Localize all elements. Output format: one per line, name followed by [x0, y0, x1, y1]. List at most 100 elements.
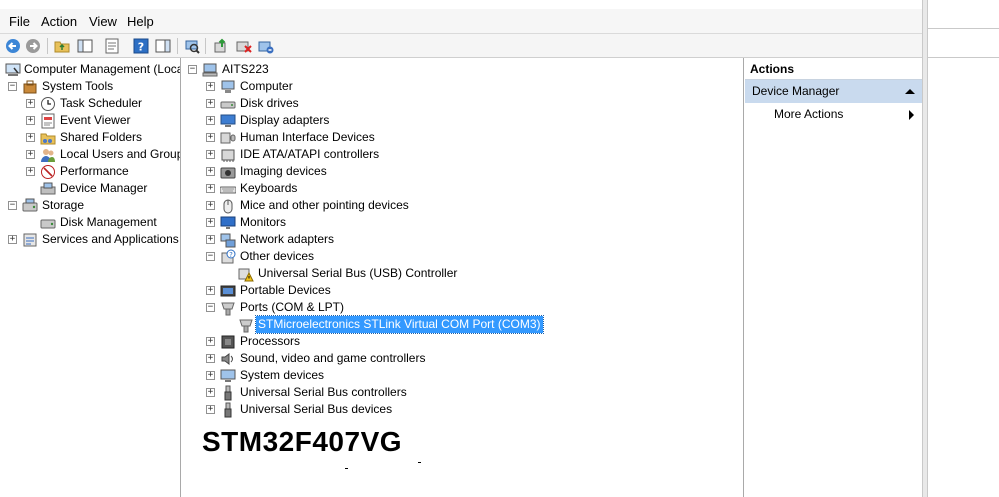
port-connector-icon	[220, 300, 236, 316]
tree-label: Human Interface Devices	[240, 130, 375, 144]
device-manager-icon	[40, 181, 56, 197]
expand-toggle[interactable]: +	[206, 218, 215, 227]
help-icon[interactable]: ?	[133, 38, 149, 54]
collapse-section-icon[interactable]	[905, 89, 915, 94]
expand-toggle[interactable]: +	[206, 235, 215, 244]
stray-mark	[345, 468, 348, 469]
uninstall-device-icon[interactable]	[258, 38, 274, 54]
expand-toggle[interactable]: +	[206, 116, 215, 125]
portable-device-icon	[220, 283, 236, 299]
actions-section-device-manager[interactable]: Device Manager	[745, 80, 922, 103]
usb-plug-icon	[220, 385, 236, 401]
collapse-toggle[interactable]: −	[206, 252, 215, 261]
tree-item-computer-management[interactable]: Computer Management (Local	[5, 61, 181, 78]
properties-icon[interactable]	[104, 38, 120, 54]
tree-label: AITS223	[222, 62, 269, 76]
forward-icon[interactable]	[25, 38, 41, 54]
keyboard-icon	[220, 181, 236, 197]
tree-label: Ports (COM & LPT)	[240, 300, 345, 314]
menu-action[interactable]: Action	[41, 14, 77, 29]
shared-folder-icon	[40, 130, 56, 146]
expand-toggle[interactable]: +	[206, 201, 215, 210]
menu-file[interactable]: File	[9, 14, 30, 29]
tree-label: Network adapters	[240, 232, 335, 246]
computer-icon	[220, 79, 236, 95]
submenu-arrow-icon	[909, 110, 914, 120]
collapse-toggle[interactable]: −	[206, 303, 215, 312]
port-connector-icon	[238, 317, 254, 333]
tree-label: Computer Management (Local	[24, 62, 181, 76]
tree-label: Imaging devices	[240, 164, 327, 178]
expand-toggle[interactable]: +	[206, 99, 215, 108]
warning-device-icon	[238, 266, 254, 282]
network-adapter-icon	[220, 232, 236, 248]
expand-toggle[interactable]: +	[26, 167, 35, 176]
expand-toggle[interactable]: +	[206, 150, 215, 159]
tree-label: Event Viewer	[60, 113, 131, 127]
actions-pane: Actions Device Manager More Actions	[745, 58, 922, 497]
usb-plug-icon	[220, 402, 236, 418]
tree-label: System Tools	[42, 79, 114, 93]
expand-toggle[interactable]: +	[206, 184, 215, 193]
expand-toggle[interactable]: +	[206, 82, 215, 91]
up-folder-icon[interactable]	[54, 38, 70, 54]
mouse-icon	[220, 198, 236, 214]
hid-icon	[220, 130, 236, 146]
expand-toggle[interactable]: +	[206, 405, 215, 414]
performance-icon	[40, 164, 56, 180]
expand-toggle[interactable]: +	[206, 133, 215, 142]
services-icon	[22, 232, 38, 248]
expand-toggle[interactable]: +	[26, 99, 35, 108]
tree-label: Other devices	[240, 249, 315, 263]
expand-toggle[interactable]: +	[206, 286, 215, 295]
disable-device-icon[interactable]	[236, 38, 252, 54]
background-window-edge	[922, 0, 999, 497]
show-hide-tree-icon[interactable]	[77, 38, 93, 54]
expand-toggle[interactable]: +	[26, 133, 35, 142]
update-driver-icon[interactable]	[213, 38, 229, 54]
expand-toggle[interactable]: +	[206, 371, 215, 380]
console-tree: Computer Management (Local − System Tool…	[0, 58, 181, 497]
disk-drive-icon	[220, 96, 236, 112]
window-border	[922, 0, 928, 497]
tree-label: Mice and other pointing devices	[240, 198, 409, 212]
scan-hardware-icon[interactable]	[184, 38, 200, 54]
expand-toggle[interactable]: +	[206, 337, 215, 346]
expand-toggle[interactable]: +	[206, 388, 215, 397]
tree-label: Device Manager	[60, 181, 148, 195]
camera-icon	[220, 164, 236, 180]
back-icon[interactable]	[5, 38, 21, 54]
toolbox-icon	[22, 79, 38, 95]
toolbar-separator	[47, 38, 48, 54]
tree-label: Disk drives	[240, 96, 299, 110]
collapse-toggle[interactable]: −	[8, 82, 17, 91]
toolbar-separator	[205, 38, 206, 54]
expand-toggle[interactable]: +	[8, 235, 17, 244]
computer-management-icon	[5, 62, 21, 78]
tree-label: Display adapters	[240, 113, 330, 127]
system-device-icon	[220, 368, 236, 384]
monitor-icon	[220, 215, 236, 231]
tree-label: Services and Applications	[42, 232, 179, 246]
more-actions-link[interactable]: More Actions	[774, 107, 843, 121]
expand-toggle[interactable]: +	[26, 150, 35, 159]
expand-toggle[interactable]: +	[206, 354, 215, 363]
menu-view[interactable]: View	[89, 14, 117, 29]
tree-label: Storage	[42, 198, 85, 212]
display-adapter-icon	[220, 113, 236, 129]
svg-text:?: ?	[229, 251, 233, 259]
computer-icon	[202, 62, 218, 78]
tree-label: Universal Serial Bus controllers	[240, 385, 407, 399]
menu-help[interactable]: Help	[127, 14, 154, 29]
expand-toggle[interactable]: +	[26, 116, 35, 125]
tree-label: Processors	[240, 334, 301, 348]
unknown-device-icon: ?	[220, 249, 236, 265]
collapse-toggle[interactable]: −	[188, 65, 197, 74]
show-hide-action-pane-icon[interactable]	[155, 38, 171, 54]
tree-label: Computer	[240, 79, 293, 93]
actions-section-label: Device Manager	[752, 84, 840, 98]
collapse-toggle[interactable]: −	[8, 201, 17, 210]
divider	[928, 57, 999, 58]
expand-toggle[interactable]: +	[206, 167, 215, 176]
device-tree: − AITS223 + Computer + Disk drives + Dis…	[182, 58, 744, 497]
